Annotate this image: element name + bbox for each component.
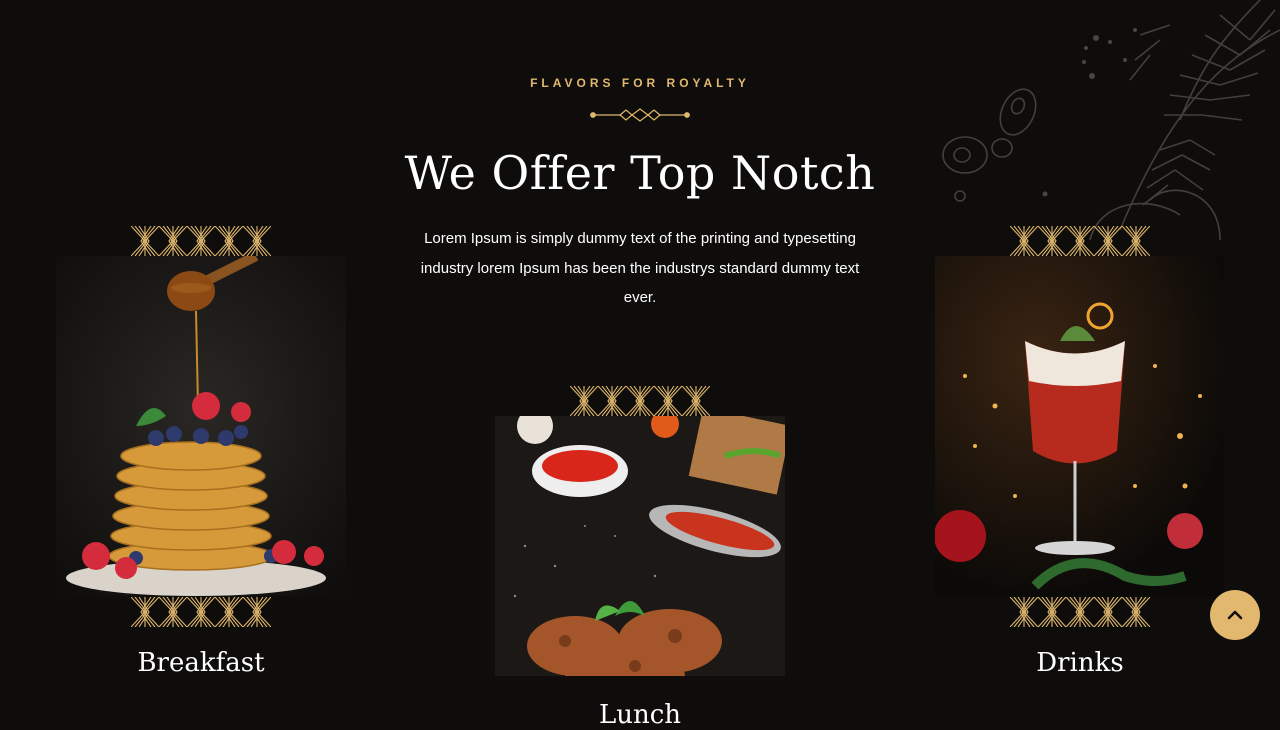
card-title: Breakfast — [137, 648, 265, 678]
gold-pattern-top — [570, 386, 710, 416]
gold-pattern-top — [131, 226, 271, 256]
breakfast-image[interactable] — [56, 256, 346, 596]
section-kicker: FLAVORS FOR ROYALTY — [530, 76, 750, 90]
ornament-divider-icon — [590, 108, 690, 122]
section-description: Lorem Ipsum is simply dummy text of the … — [420, 230, 860, 306]
chevron-up-icon — [1227, 610, 1243, 620]
gold-pattern-top — [1010, 226, 1150, 256]
gold-pattern-bottom — [131, 597, 271, 627]
scroll-to-top-button[interactable] — [1210, 590, 1260, 640]
card-title: Drinks — [1036, 648, 1124, 678]
drinks-image[interactable] — [935, 256, 1224, 596]
section-title: We Offer Top Notch — [404, 146, 876, 200]
card-title: Lunch — [598, 700, 682, 730]
gold-pattern-bottom — [1010, 597, 1150, 627]
lunch-image[interactable] — [495, 416, 785, 676]
